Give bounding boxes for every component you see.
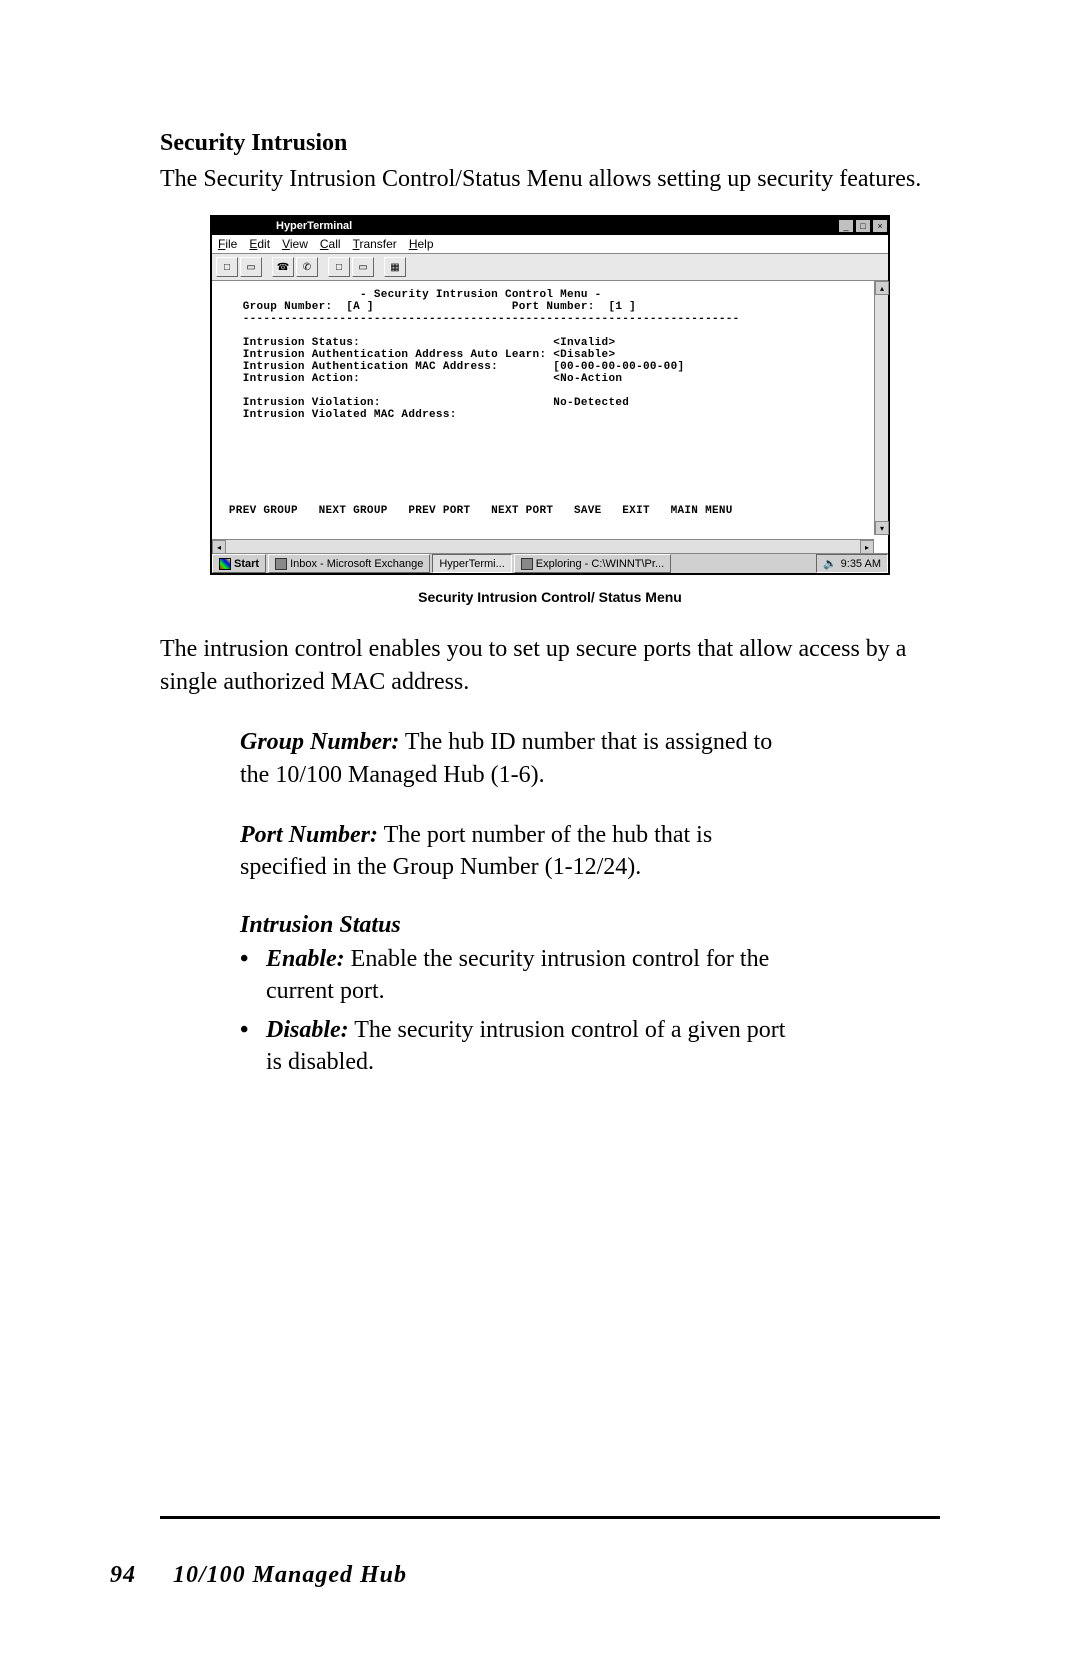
hyperterminal-window: HyperTerminal _ □ × File Edit View Call … (210, 215, 890, 575)
footer-rule (160, 1516, 940, 1519)
list-item: Disable: The security intrusion control … (240, 1014, 800, 1079)
footer-title: 10/100 Managed Hub (173, 1562, 407, 1588)
def-group-number: Group Number: The hub ID number that is … (240, 726, 800, 791)
start-label: Start (234, 558, 259, 570)
term: Port Number: (240, 822, 378, 848)
term: Group Number: (240, 729, 399, 755)
receive-icon[interactable]: ▭ (352, 257, 374, 277)
toolbar: □ ▭ ☎ ✆ □ ▭ ▦ (212, 254, 888, 281)
new-file-icon[interactable]: □ (216, 257, 238, 277)
taskbar: Start Inbox - Microsoft Exchange HyperTe… (212, 553, 888, 573)
tray-icon: 🔈 (823, 557, 837, 570)
open-icon[interactable]: ▭ (240, 257, 262, 277)
maximize-button[interactable]: □ (855, 219, 871, 233)
scroll-right-icon[interactable]: ▸ (860, 540, 874, 554)
horizontal-scrollbar[interactable]: ◂ ▸ (212, 539, 874, 553)
menu-help[interactable]: Help (409, 237, 434, 251)
send-icon[interactable]: □ (328, 257, 350, 277)
window-title: HyperTerminal (272, 220, 837, 232)
folder-icon (521, 558, 533, 570)
definitions-block: Group Number: The hub ID number that is … (240, 726, 800, 1078)
post-screenshot-text: The intrusion control enables you to set… (160, 633, 940, 698)
window-titlebar: HyperTerminal _ □ × (212, 217, 888, 235)
task-exploring[interactable]: Exploring - C:\WINNT\Pr... (514, 554, 671, 573)
intro-paragraph: The Security Intrusion Control/Status Me… (160, 163, 940, 195)
menu-call[interactable]: Call (320, 237, 341, 251)
figure-caption: Security Intrusion Control/ Status Menu (160, 589, 940, 605)
hangup-icon[interactable]: ✆ (296, 257, 318, 277)
intrusion-status-list: Enable: Enable the security intrusion co… (240, 943, 800, 1079)
scroll-left-icon[interactable]: ◂ (212, 540, 226, 554)
terminal-content: - Security Intrusion Control Menu - Grou… (218, 281, 874, 551)
menu-view[interactable]: View (282, 237, 308, 251)
menu-transfer[interactable]: Transfer (353, 237, 397, 251)
page-footer: 94 10/100 Managed Hub (110, 1562, 407, 1589)
properties-icon[interactable]: ▦ (384, 257, 406, 277)
list-item: Enable: Enable the security intrusion co… (240, 943, 800, 1008)
menubar: File Edit View Call Transfer Help (212, 235, 888, 254)
menu-edit[interactable]: Edit (249, 237, 270, 251)
section-title: Security Intrusion (160, 130, 940, 157)
menu-file[interactable]: File (218, 237, 237, 251)
scroll-up-icon[interactable]: ▴ (875, 281, 889, 295)
def-port-number: Port Number: The port number of the hub … (240, 819, 800, 884)
task-label: Inbox - Microsoft Exchange (290, 558, 423, 570)
intrusion-status-heading: Intrusion Status (240, 912, 800, 939)
task-hyperterminal[interactable]: HyperTermi... (432, 554, 511, 573)
task-label: Exploring - C:\WINNT\Pr... (536, 558, 664, 570)
minimize-button[interactable]: _ (838, 219, 854, 233)
vertical-scrollbar[interactable]: ▴ ▾ (874, 281, 888, 535)
task-inbox[interactable]: Inbox - Microsoft Exchange (268, 554, 430, 573)
clock: 9:35 AM (841, 558, 881, 570)
start-button[interactable]: Start (212, 554, 266, 573)
windows-icon (219, 558, 231, 570)
term: Enable: (266, 946, 345, 972)
scroll-down-icon[interactable]: ▾ (875, 521, 889, 535)
page-number: 94 (110, 1562, 136, 1588)
term: Disable: (266, 1017, 349, 1043)
call-icon[interactable]: ☎ (272, 257, 294, 277)
inbox-icon (275, 558, 287, 570)
system-tray: 🔈 9:35 AM (816, 554, 888, 573)
task-label: HyperTermi... (439, 558, 504, 570)
close-button[interactable]: × (872, 219, 888, 233)
